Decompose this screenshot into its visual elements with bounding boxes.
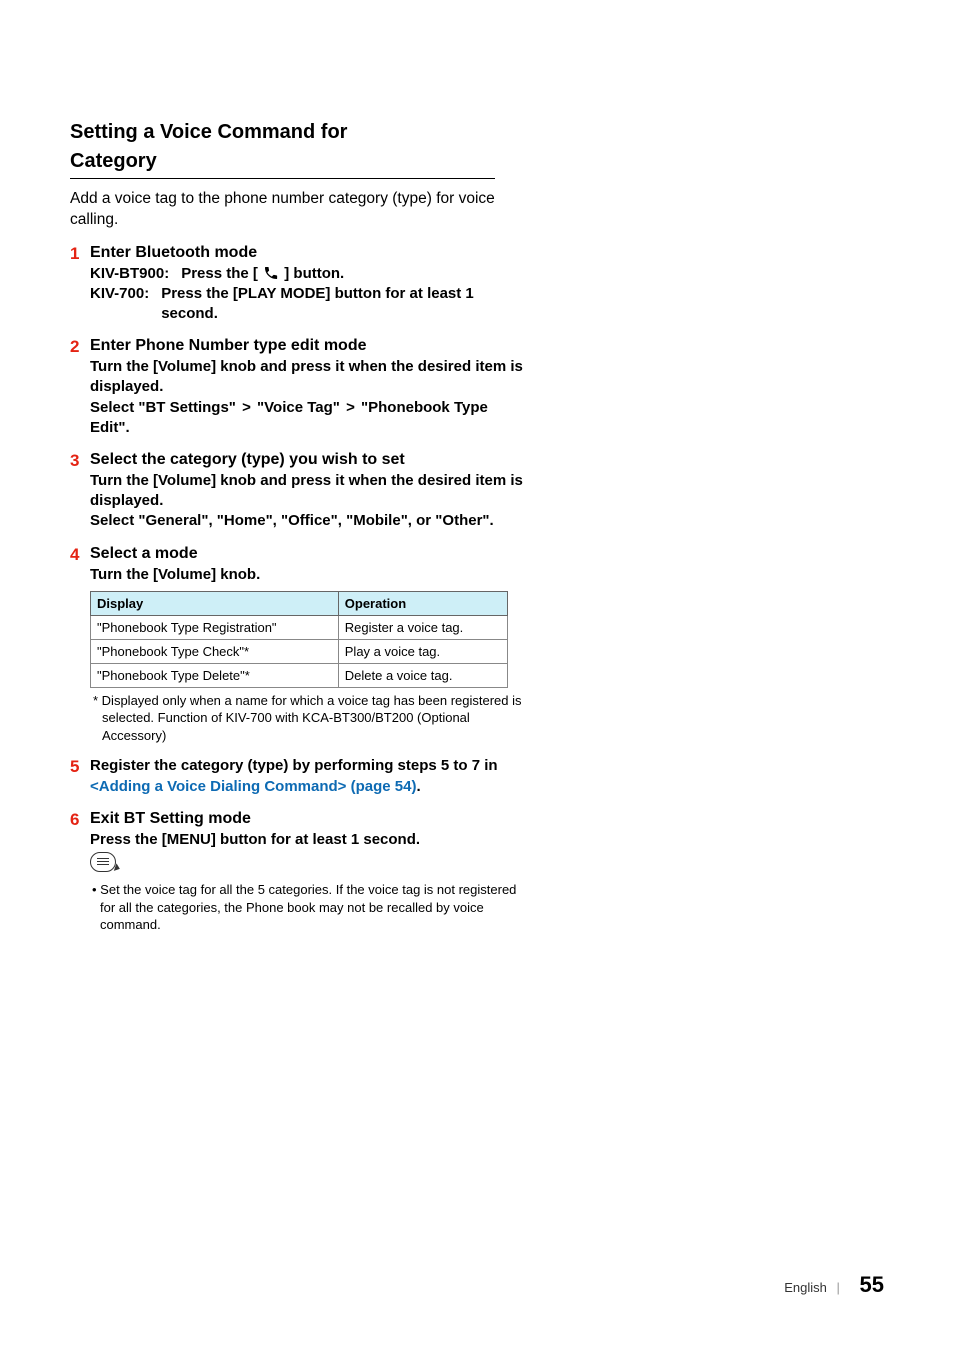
step-6-note: • Set the voice tag for all the 5 catego…: [90, 881, 530, 934]
note-icon: [90, 852, 116, 872]
step-1-number: 1: [70, 243, 79, 264]
step-3-body1: Turn the [Volume] knob and press it when…: [90, 471, 530, 512]
step-2-number: 2: [70, 336, 79, 357]
step-2: 2 Enter Phone Number type edit mode Turn…: [70, 336, 530, 438]
phone-icon: [262, 265, 280, 281]
step-1: 1 Enter Bluetooth mode KIV-BT900: Press …: [70, 243, 530, 325]
step-1-kv1-label: KIV-BT900:: [90, 264, 169, 284]
step-6-number: 6: [70, 809, 79, 830]
footer-lang: English: [784, 1280, 827, 1295]
step-4-footnote: * Displayed only when a name for which a…: [90, 692, 530, 745]
footer-separator: |: [837, 1280, 840, 1295]
step-1-kv2-value: Press the [PLAY MODE] button for at leas…: [161, 284, 530, 325]
cell-r3c2: Delete a voice tag.: [338, 663, 507, 687]
cell-r3c1: "Phonebook Type Delete"*: [91, 663, 339, 687]
step-6: 6 Exit BT Setting mode Press the [MENU] …: [70, 809, 530, 934]
table-row: "Phonebook Type Delete"* Delete a voice …: [91, 663, 508, 687]
table-header-row: Display Operation: [91, 591, 508, 615]
chevron-right-icon: >: [240, 399, 253, 416]
page-footer: English | 55: [784, 1272, 884, 1298]
step-1-line2: KIV-700: Press the [PLAY MODE] button fo…: [90, 284, 530, 325]
cell-r1c1: "Phonebook Type Registration": [91, 615, 339, 639]
chevron-right-icon: >: [344, 399, 357, 416]
step-3: 3 Select the category (type) you wish to…: [70, 450, 530, 532]
step-5-text-b: .: [416, 778, 420, 795]
display-operation-table: Display Operation "Phonebook Type Regist…: [90, 591, 508, 688]
th-display: Display: [91, 591, 339, 615]
step-1-head: Enter Bluetooth mode: [90, 243, 530, 264]
step-3-number: 3: [70, 450, 79, 471]
section-rule: [70, 178, 495, 179]
step-1-kv2-label: KIV-700:: [90, 284, 149, 325]
step-3-body2: Select "General", "Home", "Office", "Mob…: [90, 511, 530, 531]
step-4-body1: Turn the [Volume] knob.: [90, 565, 530, 585]
step-6-head: Exit BT Setting mode: [90, 809, 530, 830]
step-4: 4 Select a mode Turn the [Volume] knob. …: [70, 544, 530, 745]
step-5-text-a: Register the category (type) by performi…: [90, 757, 498, 774]
footer-page-number: 55: [860, 1272, 884, 1297]
table-row: "Phonebook Type Check"* Play a voice tag…: [91, 639, 508, 663]
step-3-head: Select the category (type) you wish to s…: [90, 450, 530, 471]
step-5-body: Register the category (type) by performi…: [90, 756, 530, 797]
section-intro: Add a voice tag to the phone number cate…: [70, 189, 530, 231]
step-5-number: 5: [70, 756, 79, 777]
step-4-number: 4: [70, 544, 79, 565]
th-operation: Operation: [338, 591, 507, 615]
section-title-line2: Category: [70, 149, 530, 174]
step-1-kv1-text-a: Press the [: [181, 265, 258, 282]
step-4-head: Select a mode: [90, 544, 530, 565]
step-2-body1: Turn the [Volume] knob and press it when…: [90, 357, 530, 398]
cell-r2c2: Play a voice tag.: [338, 639, 507, 663]
section-title-line1: Setting a Voice Command for: [70, 120, 530, 145]
cell-r2c1: "Phonebook Type Check"*: [91, 639, 339, 663]
step-6-body1: Press the [MENU] button for at least 1 s…: [90, 830, 530, 850]
step-2-head: Enter Phone Number type edit mode: [90, 336, 530, 357]
step-1-kv1-value: Press the [ ] button.: [181, 264, 344, 284]
step-2-body2: Select "BT Settings" > "Voice Tag" > "Ph…: [90, 398, 530, 439]
step-1-line1: KIV-BT900: Press the [ ] button.: [90, 264, 530, 284]
step-2-body2a: Select "BT Settings": [90, 399, 236, 416]
step-2-body2b: "Voice Tag": [257, 399, 340, 416]
step-5-link[interactable]: <Adding a Voice Dialing Command> (page 5…: [90, 778, 416, 795]
step-1-kv1-text-b: ] button.: [284, 265, 344, 282]
cell-r1c2: Register a voice tag.: [338, 615, 507, 639]
table-row: "Phonebook Type Registration" Register a…: [91, 615, 508, 639]
step-5: 5 Register the category (type) by perfor…: [70, 756, 530, 797]
